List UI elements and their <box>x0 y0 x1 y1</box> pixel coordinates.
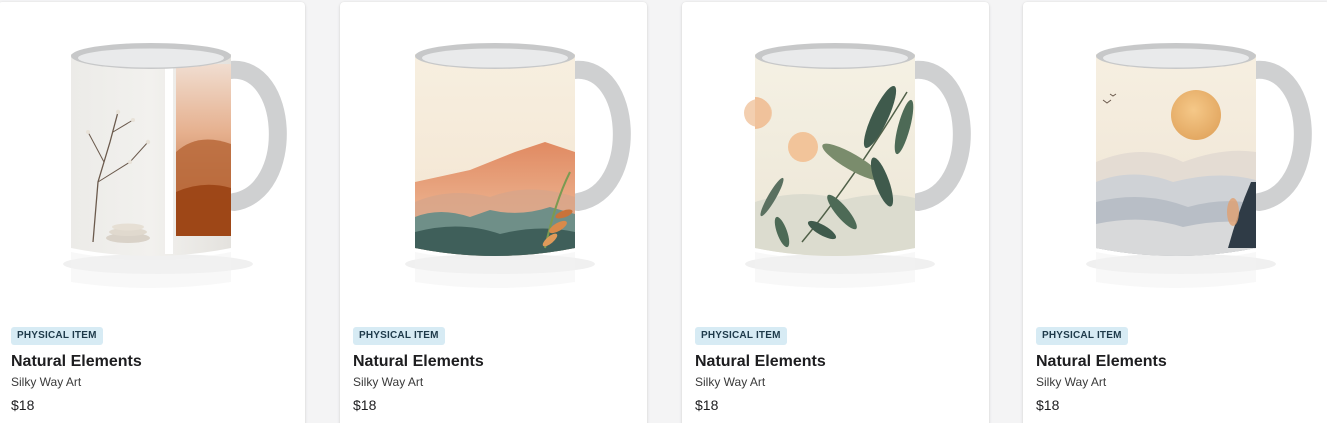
product-artist[interactable]: Silky Way Art <box>695 375 765 389</box>
product-price: $18 <box>695 397 719 413</box>
product-price: $18 <box>11 397 35 413</box>
product-card[interactable]: PHYSICAL ITEM Natural Elements Silky Way… <box>682 2 989 423</box>
product-image[interactable] <box>0 2 305 312</box>
product-price: $18 <box>353 397 377 413</box>
physical-item-badge: PHYSICAL ITEM <box>353 327 445 345</box>
product-title[interactable]: Natural Elements <box>1036 353 1167 371</box>
product-card[interactable]: PHYSICAL ITEM Natural Elements Silky Way… <box>340 2 647 423</box>
product-card[interactable]: PHYSICAL ITEM Natural Elements Silky Way… <box>0 2 305 423</box>
product-artist[interactable]: Silky Way Art <box>353 375 423 389</box>
physical-item-badge: PHYSICAL ITEM <box>1036 327 1128 345</box>
product-title[interactable]: Natural Elements <box>695 353 826 371</box>
physical-item-badge: PHYSICAL ITEM <box>695 327 787 345</box>
physical-item-badge: PHYSICAL ITEM <box>11 327 103 345</box>
product-title[interactable]: Natural Elements <box>11 353 142 371</box>
product-title[interactable]: Natural Elements <box>353 353 484 371</box>
product-image[interactable] <box>1023 2 1327 312</box>
product-image[interactable] <box>682 2 989 312</box>
product-artist[interactable]: Silky Way Art <box>11 375 81 389</box>
product-image[interactable] <box>340 2 647 312</box>
product-price: $18 <box>1036 397 1060 413</box>
product-artist[interactable]: Silky Way Art <box>1036 375 1106 389</box>
product-grid: PHYSICAL ITEM Natural Elements Silky Way… <box>0 0 1327 423</box>
product-card[interactable]: PHYSICAL ITEM Natural Elements Silky Way… <box>1023 2 1327 423</box>
